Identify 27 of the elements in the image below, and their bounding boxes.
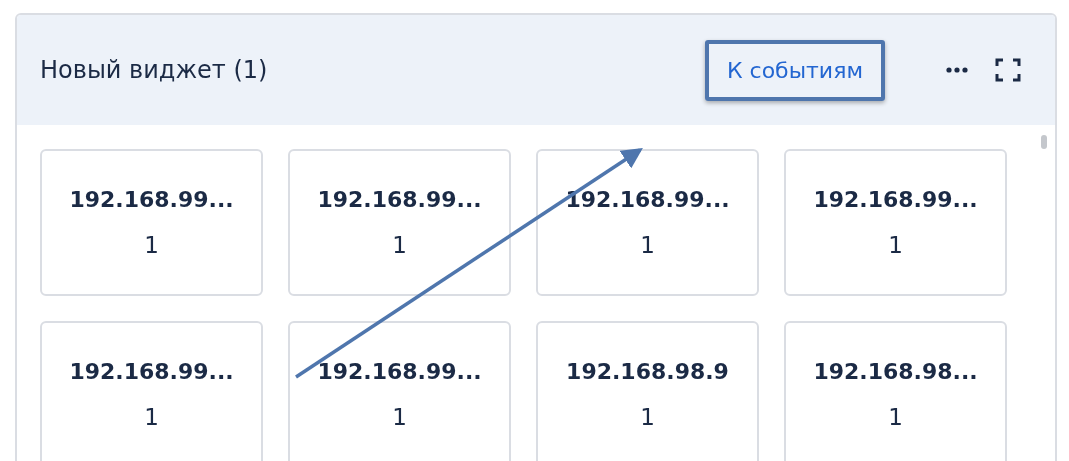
ip-label: 192.168.98... [813, 359, 978, 384]
count-value: 1 [144, 404, 159, 430]
count-value: 1 [640, 404, 655, 430]
ip-label: 192.168.99... [813, 187, 978, 212]
widget-title: Новый виджет (1) [40, 56, 269, 84]
ip-card[interactable]: 192.168.99... 1 [784, 149, 1007, 296]
ip-card[interactable]: 192.168.99... 1 [288, 149, 511, 296]
ip-label: 192.168.99... [317, 359, 482, 384]
ip-card[interactable]: 192.168.99... 1 [536, 149, 759, 296]
ip-label: 192.168.99... [565, 187, 730, 212]
count-value: 1 [392, 404, 407, 430]
count-value: 1 [888, 404, 903, 430]
ip-card[interactable]: 192.168.99... 1 [288, 321, 511, 461]
count-value: 1 [144, 232, 159, 258]
ip-card[interactable]: 192.168.98... 1 [784, 321, 1007, 461]
events-link[interactable]: К событиям [704, 39, 885, 101]
ip-label: 192.168.99... [69, 187, 234, 212]
count-value: 1 [640, 232, 655, 258]
ip-card[interactable]: 192.168.99... 1 [40, 321, 263, 461]
ip-label: 192.168.99... [69, 359, 234, 384]
scrollbar-thumb[interactable] [1041, 135, 1047, 149]
count-value: 1 [888, 232, 903, 258]
ip-label: 192.168.98.9 [566, 359, 729, 384]
ip-label: 192.168.99... [317, 187, 482, 212]
count-value: 1 [392, 232, 407, 258]
ip-card[interactable]: 192.168.99... 1 [40, 149, 263, 296]
ip-card[interactable]: 192.168.98.9 1 [536, 321, 759, 461]
